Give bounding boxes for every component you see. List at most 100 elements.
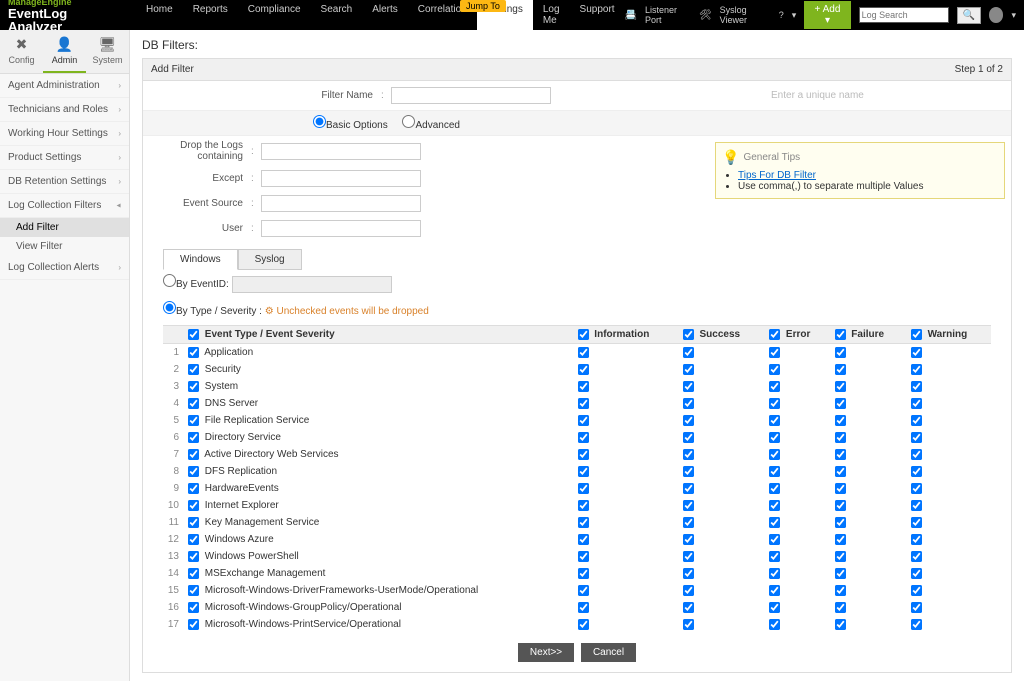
- cell-check[interactable]: [683, 568, 694, 579]
- cell-check[interactable]: [911, 500, 922, 511]
- col-check[interactable]: [835, 329, 846, 340]
- basic-option[interactable]: Basic Options: [313, 120, 388, 131]
- cell-check[interactable]: [578, 415, 589, 426]
- nav-support[interactable]: Support: [570, 0, 625, 34]
- row-check[interactable]: [188, 619, 199, 630]
- cell-check[interactable]: [769, 347, 780, 358]
- tool-system[interactable]: 🖥System: [86, 30, 129, 73]
- side-technicians-and-roles[interactable]: Technicians and Roles›: [0, 98, 129, 122]
- cell-check[interactable]: [578, 483, 589, 494]
- user-avatar-icon[interactable]: [989, 7, 1003, 23]
- row-check[interactable]: [188, 517, 199, 528]
- cell-check[interactable]: [578, 449, 589, 460]
- cell-check[interactable]: [683, 398, 694, 409]
- cell-check[interactable]: [578, 619, 589, 630]
- cell-check[interactable]: [683, 381, 694, 392]
- cell-check[interactable]: [578, 534, 589, 545]
- cell-check[interactable]: [769, 602, 780, 613]
- row-check[interactable]: [188, 500, 199, 511]
- row-check[interactable]: [188, 347, 199, 358]
- sub-add-filter[interactable]: Add Filter: [0, 218, 129, 237]
- by-type-radio[interactable]: By Type / Severity :: [163, 306, 262, 317]
- cell-check[interactable]: [911, 551, 922, 562]
- side-product-settings[interactable]: Product Settings›: [0, 146, 129, 170]
- cell-check[interactable]: [835, 432, 846, 443]
- search-icon[interactable]: 🔍: [957, 7, 981, 24]
- cell-check[interactable]: [911, 364, 922, 375]
- col-check[interactable]: [683, 329, 694, 340]
- cell-check[interactable]: [683, 415, 694, 426]
- cell-check[interactable]: [911, 398, 922, 409]
- eventid-input[interactable]: [232, 276, 392, 293]
- cell-check[interactable]: [683, 500, 694, 511]
- add-button[interactable]: + Add ▾: [804, 1, 850, 29]
- cell-check[interactable]: [769, 619, 780, 630]
- cancel-button[interactable]: Cancel: [581, 643, 636, 662]
- tab-windows[interactable]: Windows: [163, 249, 238, 270]
- tool-admin[interactable]: 👤Admin: [43, 30, 86, 73]
- user-caret-icon[interactable]: ▾: [1011, 10, 1016, 21]
- advanced-option[interactable]: Advanced: [402, 120, 459, 131]
- row-check[interactable]: [188, 568, 199, 579]
- row-check[interactable]: [188, 534, 199, 545]
- cell-check[interactable]: [911, 568, 922, 579]
- cell-check[interactable]: [578, 568, 589, 579]
- cell-check[interactable]: [835, 602, 846, 613]
- cell-check[interactable]: [835, 568, 846, 579]
- row-check[interactable]: [188, 602, 199, 613]
- cell-check[interactable]: [683, 483, 694, 494]
- cell-check[interactable]: [578, 466, 589, 477]
- user-input[interactable]: [261, 220, 421, 237]
- row-check[interactable]: [188, 449, 199, 460]
- cell-check[interactable]: [578, 432, 589, 443]
- cell-check[interactable]: [911, 534, 922, 545]
- cell-check[interactable]: [835, 381, 846, 392]
- cell-check[interactable]: [578, 500, 589, 511]
- row-check[interactable]: [188, 483, 199, 494]
- cell-check[interactable]: [911, 483, 922, 494]
- cell-check[interactable]: [769, 432, 780, 443]
- help-icon[interactable]: ?: [779, 10, 784, 20]
- sub-view-filter[interactable]: View Filter: [0, 237, 129, 256]
- row-check[interactable]: [188, 466, 199, 477]
- cell-check[interactable]: [769, 551, 780, 562]
- cell-check[interactable]: [769, 568, 780, 579]
- cell-check[interactable]: [683, 534, 694, 545]
- next-button[interactable]: Next>>: [518, 643, 574, 662]
- nav-log-me[interactable]: Log Me: [533, 0, 570, 34]
- cell-check[interactable]: [911, 517, 922, 528]
- col-check[interactable]: [188, 329, 199, 340]
- row-check[interactable]: [188, 415, 199, 426]
- side-agent-administration[interactable]: Agent Administration›: [0, 74, 129, 98]
- cell-check[interactable]: [683, 449, 694, 460]
- cell-check[interactable]: [578, 517, 589, 528]
- cell-check[interactable]: [911, 449, 922, 460]
- row-check[interactable]: [188, 364, 199, 375]
- cell-check[interactable]: [769, 449, 780, 460]
- cell-check[interactable]: [578, 381, 589, 392]
- caret-down-icon[interactable]: ▾: [792, 10, 797, 21]
- nav-search[interactable]: Search: [311, 0, 363, 34]
- cell-check[interactable]: [683, 551, 694, 562]
- jump-to-badge[interactable]: Jump To: [460, 0, 506, 12]
- except-input[interactable]: [261, 170, 421, 187]
- nav-alerts[interactable]: Alerts: [362, 0, 408, 34]
- cell-check[interactable]: [835, 619, 846, 630]
- log-search-input[interactable]: [859, 7, 949, 23]
- cell-check[interactable]: [911, 432, 922, 443]
- cell-check[interactable]: [683, 364, 694, 375]
- cell-check[interactable]: [835, 415, 846, 426]
- cell-check[interactable]: [911, 466, 922, 477]
- cell-check[interactable]: [769, 381, 780, 392]
- cell-check[interactable]: [578, 602, 589, 613]
- cell-check[interactable]: [578, 585, 589, 596]
- source-input[interactable]: [261, 195, 421, 212]
- cell-check[interactable]: [835, 517, 846, 528]
- side-working-hour-settings[interactable]: Working Hour Settings›: [0, 122, 129, 146]
- cell-check[interactable]: [578, 364, 589, 375]
- row-check[interactable]: [188, 585, 199, 596]
- nav-reports[interactable]: Reports: [183, 0, 238, 34]
- cell-check[interactable]: [683, 347, 694, 358]
- nav-compliance[interactable]: Compliance: [238, 0, 311, 34]
- side-db-retention-settings[interactable]: DB Retention Settings›: [0, 170, 129, 194]
